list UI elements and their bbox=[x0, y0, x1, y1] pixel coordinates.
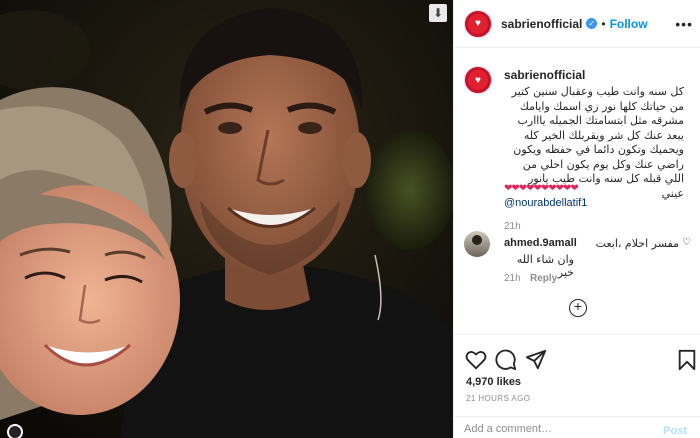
comment-input[interactable] bbox=[464, 423, 654, 435]
heart-logo-icon: ♥ bbox=[468, 13, 488, 34]
post-photo[interactable]: ⬇ bbox=[0, 0, 453, 438]
post-side-panel: ♥ sabrienofficial ✓ • Follow ••• ♥ sabri… bbox=[453, 0, 700, 438]
comment-like-heart-icon[interactable]: ♡ bbox=[682, 237, 691, 248]
separator: • bbox=[601, 16, 606, 31]
caption-hearts: ❤❤❤❤❤❤❤❤❤❤ bbox=[504, 183, 579, 194]
comment-icon[interactable] bbox=[495, 349, 517, 371]
add-circle-icon[interactable]: + bbox=[569, 299, 587, 317]
heart-icon[interactable] bbox=[465, 349, 487, 371]
comment-time[interactable]: 21h bbox=[504, 273, 521, 284]
tag-indicator-icon[interactable] bbox=[7, 424, 23, 438]
heart-logo-icon: ♥ bbox=[468, 70, 488, 90]
add-comment-bar: Post bbox=[454, 416, 700, 438]
avatar[interactable]: ♥ bbox=[464, 9, 492, 38]
download-icon[interactable]: ⬇ bbox=[429, 4, 447, 22]
reply-button[interactable]: Reply bbox=[530, 273, 557, 284]
caption-time[interactable]: 21h bbox=[504, 221, 521, 232]
commenter-avatar[interactable] bbox=[464, 231, 490, 257]
header-username[interactable]: sabrienofficial bbox=[501, 17, 582, 31]
share-icon[interactable] bbox=[525, 349, 547, 371]
comment-text-line1: مفسر احلام ،ابعت bbox=[595, 237, 679, 250]
post-timestamp[interactable]: 21 HOURS AGO bbox=[466, 394, 530, 403]
verified-badge-icon: ✓ bbox=[586, 18, 598, 29]
caption-avatar[interactable]: ♥ bbox=[464, 66, 492, 94]
action-bar bbox=[454, 334, 700, 382]
comments-section[interactable]: ♥ sabrienofficial كل سنه وانت طيب وعقبال… bbox=[454, 48, 700, 333]
bookmark-icon[interactable] bbox=[676, 349, 698, 371]
likes-count[interactable]: 4,970 likes bbox=[466, 376, 521, 388]
comment-username[interactable]: ahmed.9amall bbox=[504, 237, 577, 249]
follow-button[interactable]: Follow bbox=[610, 17, 648, 31]
post-comment-button[interactable]: Post bbox=[663, 425, 687, 437]
post-header: ♥ sabrienofficial ✓ • Follow ••• bbox=[454, 0, 700, 48]
caption-mention-link[interactable]: @nourabdellatif1 bbox=[504, 197, 587, 209]
photo-illustration bbox=[0, 0, 453, 438]
caption-username[interactable]: sabrienofficial bbox=[504, 68, 585, 82]
more-options-icon[interactable]: ••• bbox=[675, 16, 693, 32]
